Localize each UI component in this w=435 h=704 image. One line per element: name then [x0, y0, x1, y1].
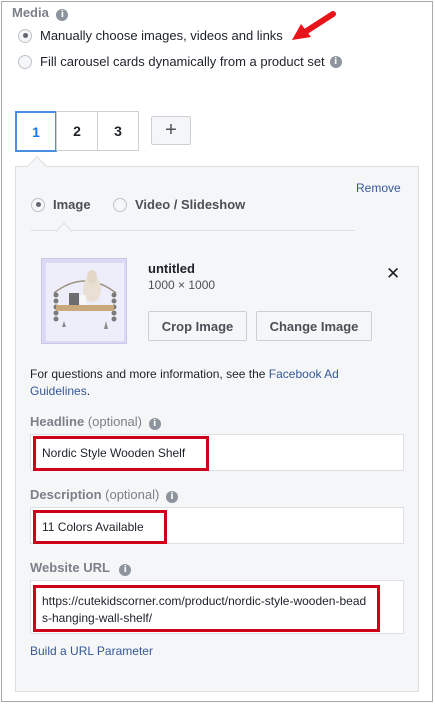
- website-url-label: Website URL i: [30, 560, 132, 576]
- radio-video[interactable]: [113, 197, 127, 212]
- description-value-highlight[interactable]: 11 Colors Available: [33, 510, 167, 544]
- description-label: Description (optional) i: [30, 487, 178, 503]
- shelf-image-icon: [42, 259, 126, 343]
- media-option-manual-label: Manually choose images, videos and links: [40, 28, 283, 43]
- media-type-image[interactable]: Image: [31, 197, 91, 212]
- tab-card-3[interactable]: 3: [97, 111, 139, 151]
- info-icon[interactable]: i: [56, 9, 69, 21]
- help-text: For questions and more information, see …: [30, 367, 269, 381]
- tab-card-2[interactable]: 2: [56, 111, 98, 151]
- image-dimensions: 1000 × 1000: [148, 278, 216, 292]
- annotation-arrow-icon: [292, 11, 336, 40]
- card-tabs: 1 2 3: [15, 111, 139, 152]
- info-icon[interactable]: i: [165, 491, 178, 503]
- media-section-title: Media i: [12, 5, 69, 21]
- info-icon[interactable]: i: [329, 55, 342, 68]
- media-option-product-set-label: Fill carousel cards dynamically from a p…: [40, 54, 325, 69]
- radio-product-set[interactable]: [18, 54, 32, 69]
- media-option-product-set[interactable]: Fill carousel cards dynamically from a p…: [18, 54, 342, 69]
- info-icon[interactable]: i: [148, 418, 161, 430]
- remove-card-link[interactable]: Remove: [356, 181, 401, 195]
- add-card-button[interactable]: +: [151, 116, 191, 145]
- help-text-end: .: [86, 384, 91, 398]
- headline-label: Headline (optional) i: [30, 414, 161, 430]
- media-type-divider: [31, 230, 355, 231]
- radio-manual[interactable]: [18, 28, 32, 43]
- guidelines-help-text: For questions and more information, see …: [30, 366, 390, 400]
- change-image-button[interactable]: Change Image: [256, 311, 372, 341]
- build-url-parameter-link[interactable]: Build a URL Parameter: [30, 644, 153, 658]
- image-thumbnail[interactable]: [41, 258, 127, 344]
- crop-image-button[interactable]: Crop Image: [148, 311, 247, 341]
- media-type-video[interactable]: Video / Slideshow: [113, 197, 245, 212]
- media-type-video-label: Video / Slideshow: [135, 197, 246, 212]
- info-icon[interactable]: i: [119, 564, 132, 576]
- media-type-image-label: Image: [53, 197, 91, 212]
- close-icon[interactable]: ✕: [386, 264, 400, 284]
- headline-value-highlight[interactable]: Nordic Style Wooden Shelf: [33, 436, 209, 471]
- media-option-manual[interactable]: Manually choose images, videos and links: [18, 28, 283, 43]
- image-name: untitled: [148, 261, 195, 276]
- website-url-value-highlight[interactable]: https://cutekidscorner.com/product/nordi…: [33, 585, 380, 632]
- radio-image[interactable]: [31, 197, 45, 212]
- tab-card-1[interactable]: 1: [15, 111, 57, 152]
